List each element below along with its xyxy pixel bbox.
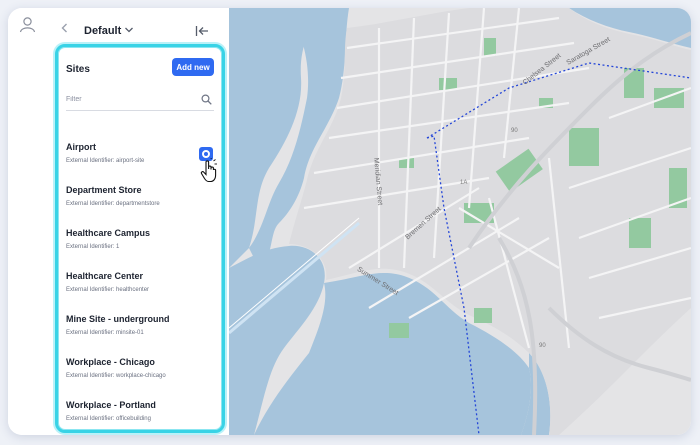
- site-name: Healthcare Campus: [66, 228, 151, 238]
- sites-heading: Sites: [66, 64, 90, 75]
- route-number: 90: [511, 128, 518, 134]
- panel-header: Default: [46, 8, 229, 42]
- site-item-workplace-portland[interactable]: Workplace - Portland External Identifier…: [66, 400, 216, 430]
- site-name: Workplace - Chicago: [66, 357, 155, 367]
- site-identifier: External Identifier: workplace-chicago: [66, 373, 166, 379]
- site-name: Airport: [66, 142, 96, 152]
- site-identifier: External Identifier: airport-site: [66, 158, 145, 164]
- site-identifier: External Identifier: departmentstore: [66, 201, 160, 207]
- chevron-down-icon[interactable]: [124, 26, 134, 34]
- left-rail: [8, 8, 47, 435]
- site-item-mine-site[interactable]: Mine Site - underground External Identif…: [66, 314, 216, 352]
- route-number: 1A: [460, 180, 468, 186]
- back-chevron-icon[interactable]: [60, 23, 70, 33]
- filter-input[interactable]: [66, 92, 194, 106]
- site-identifier: External Identifier: officebuilding: [66, 416, 151, 422]
- sites-list-card: Sites Add new Airport External Identifie…: [55, 44, 225, 433]
- search-icon[interactable]: [201, 94, 212, 105]
- site-name: Department Store: [66, 185, 142, 195]
- site-identifier: External Identifier: minsite-01: [66, 330, 144, 336]
- map-view[interactable]: Chelsea Street Saratoga Street Meridian …: [229, 8, 691, 435]
- site-item-workplace-chicago[interactable]: Workplace - Chicago External Identifier:…: [66, 357, 216, 395]
- site-name: Mine Site - underground: [66, 314, 170, 324]
- site-item-airport[interactable]: Airport External Identifier: airport-sit…: [66, 142, 217, 183]
- site-identifier: External Identifier: healthcenter: [66, 287, 150, 293]
- user-icon[interactable]: [19, 16, 36, 33]
- site-identifier: External Identifier: 1: [66, 244, 120, 250]
- collapse-panel-icon[interactable]: [195, 25, 209, 37]
- add-new-site-button[interactable]: Add new: [172, 58, 214, 76]
- site-item-healthcare-center[interactable]: Healthcare Center External Identifier: h…: [66, 271, 216, 309]
- pointer-hand-icon: [200, 158, 217, 183]
- site-name: Workplace - Portland: [66, 400, 156, 410]
- filter-field[interactable]: [66, 90, 214, 111]
- site-name: Healthcare Center: [66, 271, 144, 281]
- route-number: 90: [539, 343, 546, 349]
- site-item-department-store[interactable]: Department Store External Identifier: de…: [66, 185, 216, 223]
- site-item-healthcare-campus[interactable]: Healthcare Campus External Identifier: 1: [66, 228, 216, 266]
- app-window: Default Sites Add new Airport: [8, 8, 691, 435]
- workspace-title[interactable]: Default: [84, 25, 121, 37]
- sites-side-panel: Default Sites Add new Airport: [46, 8, 229, 435]
- map-canvas: [229, 8, 691, 435]
